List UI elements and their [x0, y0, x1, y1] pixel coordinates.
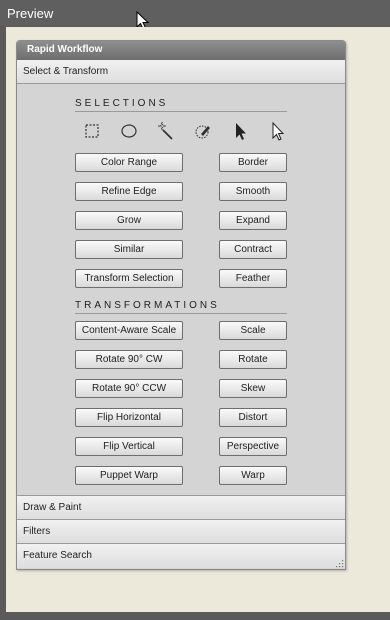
- panel-title[interactable]: Rapid Workflow: [17, 41, 345, 60]
- transformations-heading: TRANSFORMATIONS: [75, 300, 220, 311]
- flip-horizontal-button[interactable]: Flip Horizontal: [75, 408, 183, 427]
- feather-button[interactable]: Feather: [219, 269, 287, 288]
- section-select-transform[interactable]: Select & Transform: [17, 60, 345, 84]
- section-label: Draw & Paint: [23, 502, 82, 513]
- scale-button[interactable]: Scale: [219, 321, 287, 340]
- grow-button[interactable]: Grow: [75, 211, 183, 230]
- rotate-button[interactable]: Rotate: [219, 350, 287, 369]
- resize-grip-icon[interactable]: [336, 560, 344, 568]
- rect-marquee-icon[interactable]: [81, 120, 103, 142]
- color-range-button[interactable]: Color Range: [75, 153, 183, 172]
- direct-selection-arrow-icon[interactable]: [266, 120, 288, 142]
- selections-divider: [75, 111, 287, 112]
- puppet-warp-button[interactable]: Puppet Warp: [75, 466, 183, 485]
- bottom-bar: [0, 612, 390, 620]
- similar-button[interactable]: Similar: [75, 240, 183, 259]
- flip-vertical-button[interactable]: Flip Vertical: [75, 437, 183, 456]
- rapid-workflow-panel: Rapid Workflow Select & Transform SELECT…: [16, 40, 346, 570]
- border-button[interactable]: Border: [219, 153, 287, 172]
- rotate-90-cw-button[interactable]: Rotate 90° CW: [75, 350, 183, 369]
- section-draw-paint[interactable]: Draw & Paint: [17, 496, 345, 520]
- quick-selection-brush-icon[interactable]: [192, 120, 214, 142]
- select-transform-content: SELECTIONS Color Range Border Refine Edg…: [17, 84, 345, 496]
- section-label: Filters: [23, 526, 51, 537]
- skew-button[interactable]: Skew: [219, 379, 287, 398]
- warp-button[interactable]: Warp: [219, 466, 287, 485]
- perspective-button[interactable]: Perspective: [219, 437, 287, 456]
- transform-selection-button[interactable]: Transform Selection: [75, 269, 183, 288]
- smooth-button[interactable]: Smooth: [219, 182, 287, 201]
- ellipse-marquee-icon[interactable]: [118, 120, 140, 142]
- window-title: Preview: [7, 6, 54, 21]
- transformations-divider: [75, 313, 287, 314]
- distort-button[interactable]: Distort: [219, 408, 287, 427]
- section-feature-search[interactable]: Feature Search: [17, 544, 345, 568]
- expand-button[interactable]: Expand: [219, 211, 287, 230]
- section-label: Feature Search: [23, 550, 92, 561]
- magic-wand-icon[interactable]: [155, 120, 177, 142]
- contract-button[interactable]: Contract: [219, 240, 287, 259]
- selection-tools: [81, 120, 291, 142]
- section-label: Select & Transform: [23, 66, 109, 77]
- section-filters[interactable]: Filters: [17, 520, 345, 544]
- panel-title-label: Rapid Workflow: [27, 44, 103, 55]
- refine-edge-button[interactable]: Refine Edge: [75, 182, 183, 201]
- selections-heading: SELECTIONS: [75, 98, 169, 109]
- selection-arrow-icon[interactable]: [229, 120, 251, 142]
- window-titlebar: Preview: [0, 0, 390, 26]
- rotate-90-ccw-button[interactable]: Rotate 90° CCW: [75, 379, 183, 398]
- content-aware-scale-button[interactable]: Content-Aware Scale: [75, 321, 183, 340]
